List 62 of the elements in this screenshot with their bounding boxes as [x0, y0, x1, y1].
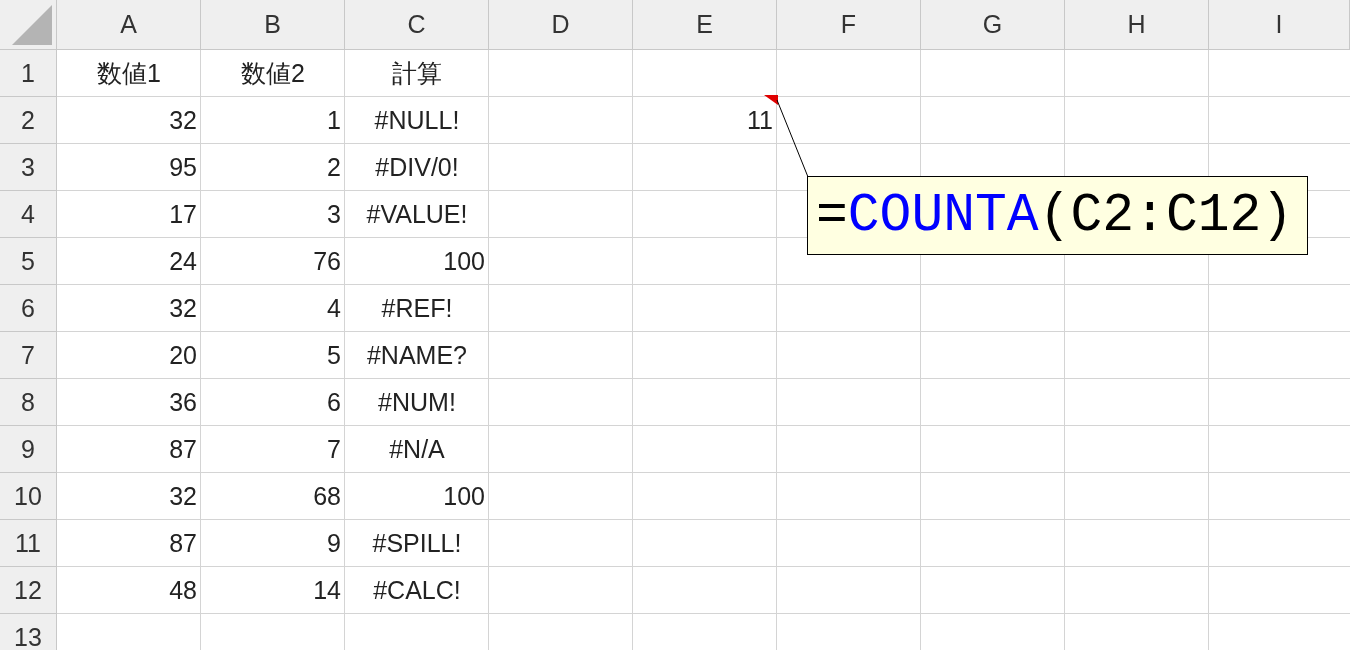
table-cell: 9	[327, 529, 341, 558]
table-cell: 100	[443, 482, 485, 511]
row-header[interactable]: 1	[0, 50, 57, 97]
table-cell: #CALC!	[373, 576, 461, 605]
table-cell: 2	[327, 153, 341, 182]
table-cell: 11	[747, 106, 773, 135]
table-cell: 1	[327, 106, 341, 135]
row-header[interactable]: 7	[0, 332, 57, 379]
column-header[interactable]: H	[1065, 0, 1209, 50]
table-cell-text: 数値2	[241, 58, 305, 89]
table-cell: 4	[327, 294, 341, 323]
table-cell: 87	[169, 435, 197, 464]
table-cell: 20	[169, 341, 197, 370]
row-header[interactable]: 4	[0, 191, 57, 238]
row-header[interactable]: 5	[0, 238, 57, 285]
row-header[interactable]: 12	[0, 567, 57, 614]
table-cell: #NUM!	[378, 388, 456, 417]
row-header[interactable]: 2	[0, 97, 57, 144]
row-header[interactable]: 10	[0, 473, 57, 520]
table-cell: 100	[443, 247, 485, 276]
table-cell: #SPILL!	[372, 529, 462, 558]
table-cell: 5	[327, 341, 341, 370]
table-cell: 36	[169, 388, 197, 417]
row-header[interactable]: 3	[0, 144, 57, 191]
table-cell: #NAME?	[366, 341, 467, 370]
table-cell: #N/A	[389, 435, 445, 464]
column-header[interactable]: F	[777, 0, 921, 50]
row-header[interactable]: 11	[0, 520, 57, 567]
table-cell: 48	[169, 576, 197, 605]
comment-indicator-icon	[764, 95, 778, 105]
table-cell: 76	[313, 247, 341, 276]
table-cell: 14	[313, 576, 341, 605]
row-header[interactable]: 13	[0, 614, 57, 650]
table-cell: 68	[313, 482, 341, 511]
table-cell: 95	[169, 153, 197, 182]
column-header[interactable]: D	[489, 0, 633, 50]
table-cell: 7	[327, 435, 341, 464]
row-header[interactable]: 8	[0, 379, 57, 426]
column-header[interactable]: G	[921, 0, 1065, 50]
table-cell: 3	[327, 200, 341, 229]
table-cell: 32	[169, 482, 197, 511]
column-header[interactable]: I	[1209, 0, 1350, 50]
table-cell: 6	[327, 388, 341, 417]
column-header[interactable]: A	[57, 0, 201, 50]
table-cell: 87	[169, 529, 197, 558]
table-cell: 17	[169, 200, 197, 229]
column-header[interactable]: E	[633, 0, 777, 50]
table-cell: #VALUE!	[366, 200, 468, 229]
row-header[interactable]: 9	[0, 426, 57, 473]
table-cell: #DIV/0!	[375, 153, 459, 182]
table-cell-text: 計算	[392, 58, 442, 89]
column-header[interactable]: B	[201, 0, 345, 50]
table-cell: 32	[169, 294, 197, 323]
table-cell-text: 数値1	[97, 58, 161, 89]
table-cell: #NULL!	[374, 106, 460, 135]
row-header[interactable]: 6	[0, 285, 57, 332]
table-cell: #REF!	[381, 294, 453, 323]
table-cell: 32	[169, 106, 197, 135]
column-header[interactable]: C	[345, 0, 489, 50]
select-all-icon[interactable]	[12, 5, 52, 45]
formula-text: =COUNTA(C2:C12)	[816, 185, 1294, 246]
table-cell: 24	[169, 247, 197, 276]
